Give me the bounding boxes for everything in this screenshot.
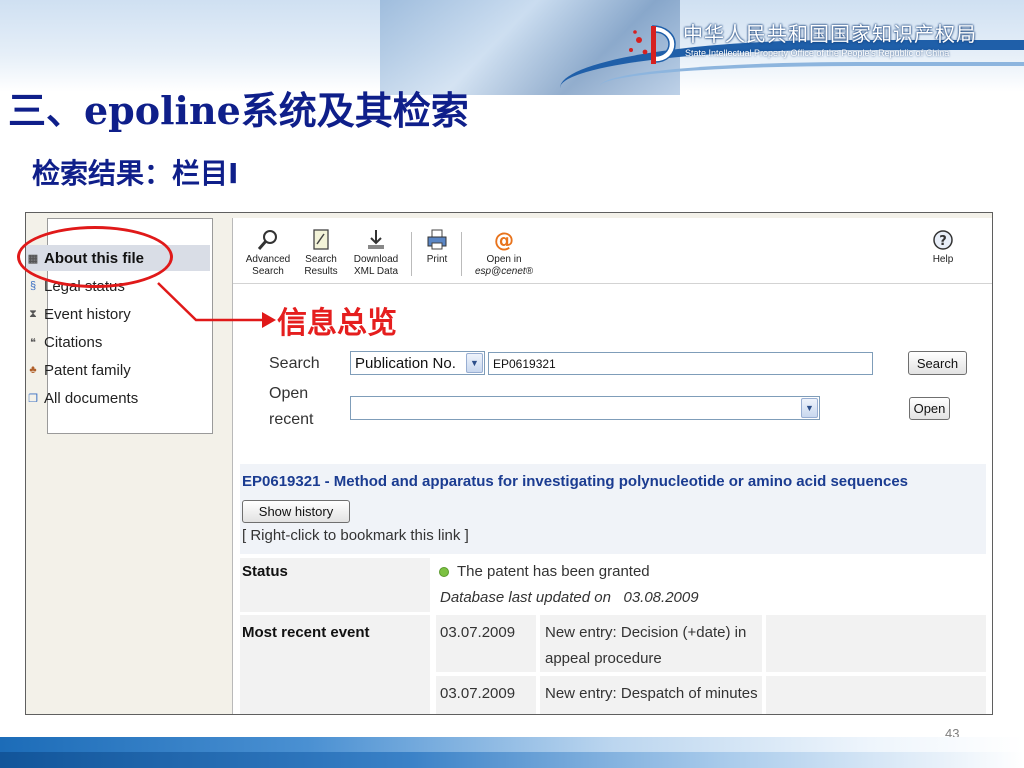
search-type-value: Publication No.: [355, 354, 456, 372]
print-label: Print: [426, 254, 448, 265]
open-button[interactable]: Open: [909, 397, 950, 420]
toolbar-divider: [461, 232, 462, 276]
toolbar: Advanced Search Search Results Download …: [233, 218, 992, 284]
status-text: The patent has been granted: [457, 563, 650, 580]
print-button[interactable]: Print: [419, 228, 455, 280]
green-status-dot-icon: [439, 567, 449, 577]
download-icon: [368, 230, 384, 249]
section-icon: §: [29, 280, 37, 292]
status-value: The patent has been granted: [439, 559, 650, 585]
open-recent-select[interactable]: ▼: [350, 396, 820, 420]
event-date: 03.07.2009: [440, 624, 516, 641]
advanced-search-button[interactable]: Advanced Search: [241, 228, 295, 280]
family-icon: ♣: [29, 364, 37, 376]
printer-icon: [427, 229, 447, 250]
recent-event-label: Most recent event: [242, 624, 370, 641]
callout-ellipse: [17, 226, 173, 288]
open-in-label: Open in: [486, 254, 522, 265]
open-in-espacenet-button[interactable]: @ Open in esp@cenet®: [469, 228, 539, 280]
footer-bar-dark: [0, 752, 1024, 768]
sidebar-item-event-history[interactable]: ⧗ Event history: [26, 301, 246, 327]
status-label: Status: [242, 563, 288, 580]
search-results-button[interactable]: Search Results: [299, 228, 343, 280]
search-input[interactable]: EP0619321: [488, 352, 873, 375]
org-name-en: State Intellectual Property Office of th…: [685, 48, 950, 58]
org-name-cn: 中华人民共和国国家知识产权局: [683, 22, 977, 46]
magnifier-icon: [257, 230, 277, 250]
sidebar-item-label: Event history: [44, 305, 131, 323]
help-button[interactable]: ? Help: [923, 228, 963, 280]
open-recent-label: Open recent: [269, 385, 314, 428]
search-button[interactable]: Search: [908, 351, 967, 375]
chevron-down-icon: ▼: [801, 398, 818, 418]
svg-text:@: @: [494, 228, 514, 252]
sidebar-item-patent-family[interactable]: ♣ Patent family: [26, 357, 246, 383]
event-date: 03.07.2009: [440, 685, 516, 702]
svg-text:?: ?: [939, 234, 947, 249]
event-text: New entry: Decision (+date) in appeal pr…: [545, 624, 747, 667]
sidebar-item-citations[interactable]: ❝ Citations: [26, 329, 246, 355]
table-cell: [766, 676, 986, 714]
updated-text: Database last updated on: [440, 589, 611, 606]
help-icon: ?: [933, 230, 953, 250]
main-panel: Advanced Search Search Results Download …: [232, 218, 992, 714]
epoline-screenshot: ▦ About this file § Legal status ⧗ Event…: [25, 212, 993, 715]
result-title-link[interactable]: EP0619321 - Method and apparatus for inv…: [242, 473, 908, 490]
search-label: Search: [269, 355, 320, 372]
download-xml-label: Download XML Data: [353, 254, 399, 277]
hourglass-icon: ⧗: [29, 307, 37, 320]
database-updated: Database last updated on 03.08.2009: [440, 585, 699, 611]
search-input-value: EP0619321: [493, 356, 556, 371]
sidebar-item-all-documents[interactable]: ❐ All documents: [26, 385, 246, 411]
table-cell: [766, 615, 986, 672]
slide-title: 三、epoline系统及其检索: [8, 88, 469, 133]
overview-callout-label: 信息总览: [277, 306, 397, 341]
at-sign-icon: @: [494, 228, 514, 252]
sipo-logo: 中华人民共和国国家知识产权局 State Intellectual Proper…: [625, 18, 1013, 68]
event-text: New entry: Despatch of minutes: [545, 685, 758, 702]
search-results-label: Search Results: [304, 254, 338, 277]
help-label: Help: [932, 254, 954, 265]
download-xml-button[interactable]: Download XML Data: [349, 228, 403, 280]
sidebar-item-label: Citations: [44, 333, 103, 351]
chevron-down-icon: ▼: [466, 353, 483, 373]
sidebar-item-label: All documents: [44, 389, 139, 407]
documents-icon: ❐: [28, 392, 38, 405]
espacenet-label: esp@cenet®: [474, 266, 534, 277]
show-history-button[interactable]: Show history: [242, 500, 350, 523]
updated-date: 03.08.2009: [623, 589, 699, 606]
search-type-select[interactable]: Publication No. ▼: [350, 351, 485, 375]
sidebar-item-label: Patent family: [44, 361, 131, 379]
result-header: EP0619321 - Method and apparatus for inv…: [240, 464, 986, 554]
sipo-emblem-icon: [629, 25, 676, 64]
advanced-search-label: Advanced Search: [245, 254, 291, 277]
toolbar-divider: [411, 232, 412, 276]
bookmark-hint: [ Right-click to bookmark this link ]: [242, 527, 469, 544]
results-document-icon: [313, 229, 329, 250]
slide-subtitle: 检索结果：栏目I: [32, 157, 239, 190]
quote-icon: ❝: [30, 336, 36, 349]
